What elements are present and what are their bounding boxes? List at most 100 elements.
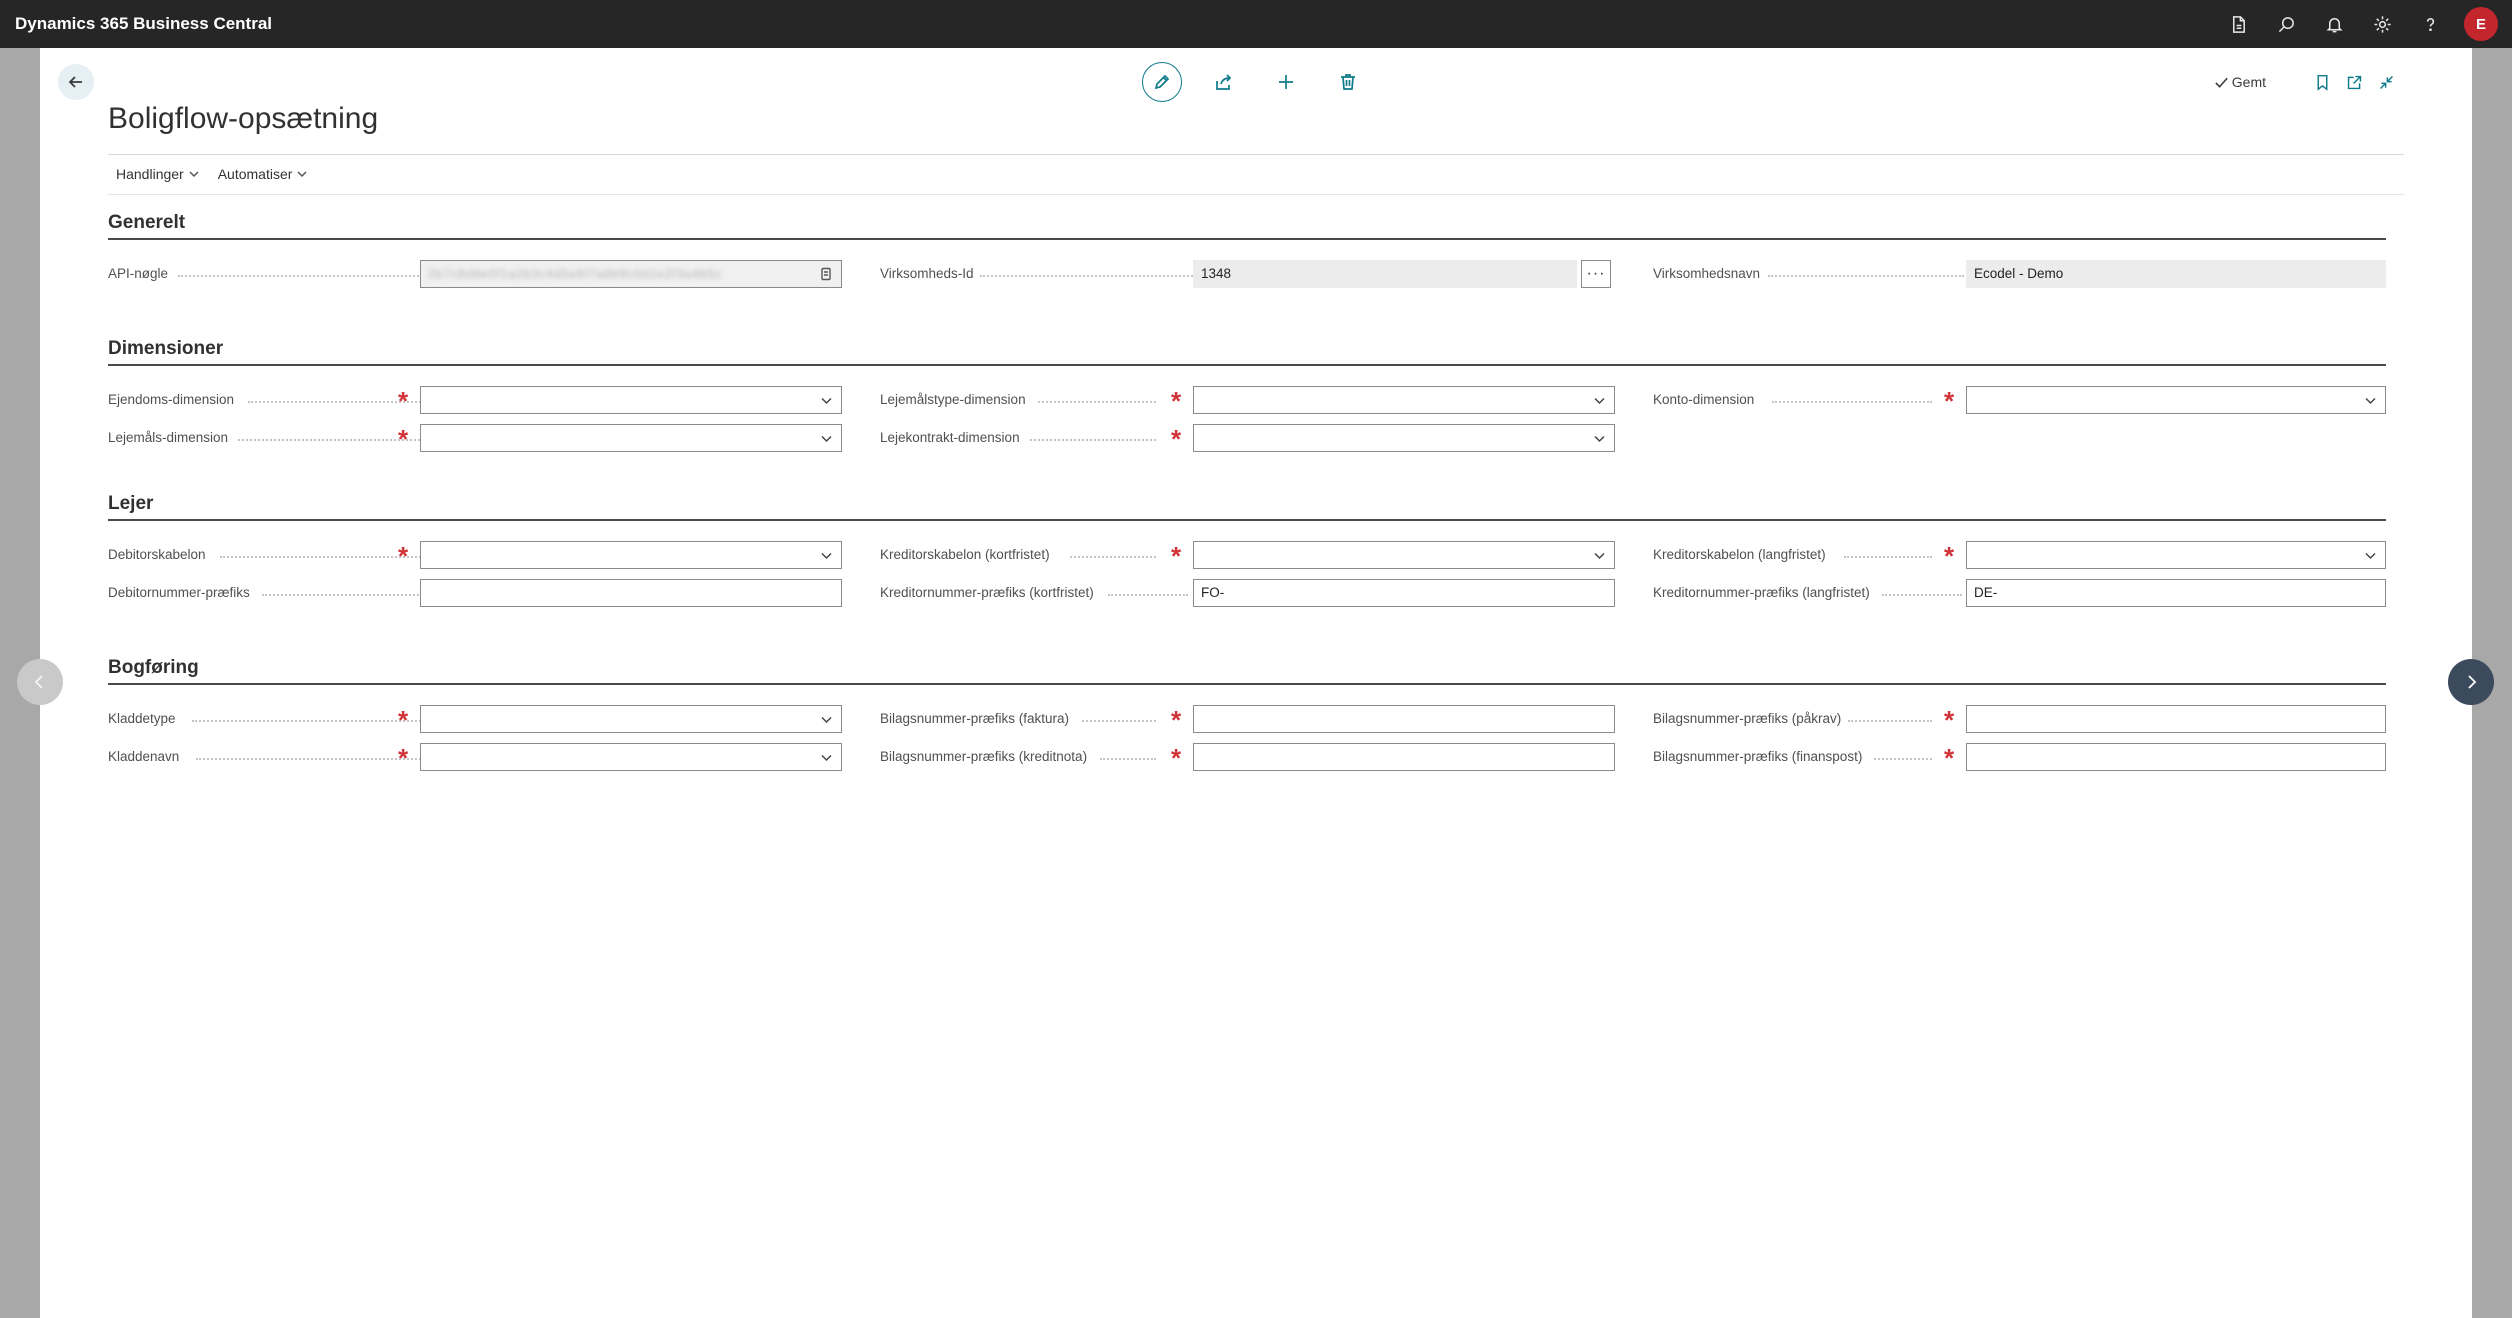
- document-icon[interactable]: [2214, 0, 2262, 48]
- required-indicator: *: [398, 743, 409, 773]
- chevron-down-icon: [2365, 552, 2376, 560]
- page-card: Gemt Boligflow-opsætning Handlinger Auto…: [40, 48, 2472, 1318]
- chevron-down-icon: [189, 171, 199, 178]
- action-menu: Handlinger Automatiser: [116, 162, 326, 186]
- save-status: Gemt: [2214, 74, 2266, 90]
- company-id-field[interactable]: 1348: [1193, 260, 1577, 288]
- chevron-down-icon: [1594, 435, 1605, 443]
- required-indicator: *: [1944, 386, 1955, 416]
- divider: [108, 194, 2404, 195]
- dot-leader: [220, 556, 428, 558]
- company-name-value: Ecodel - Demo: [1974, 266, 2064, 281]
- copy-icon[interactable]: [819, 267, 833, 281]
- field-label-journal-type: Kladdetype: [108, 711, 176, 726]
- unit-type-dimension-select[interactable]: [1193, 386, 1615, 414]
- company-name-field[interactable]: Ecodel - Demo: [1966, 260, 2386, 288]
- company-id-lookup-button[interactable]: ···: [1581, 260, 1611, 288]
- user-avatar[interactable]: E: [2464, 7, 2498, 41]
- trash-icon: [1341, 74, 1355, 90]
- section-title-general[interactable]: Generelt: [108, 212, 185, 234]
- chevron-down-icon: [821, 435, 832, 443]
- gear-icon[interactable]: [2358, 0, 2406, 48]
- section-title-dimensions[interactable]: Dimensioner: [108, 338, 223, 360]
- required-indicator: *: [398, 386, 409, 416]
- collapse-button[interactable]: [2370, 66, 2402, 98]
- vendor-prefix-long-input[interactable]: DE-: [1966, 579, 2386, 607]
- next-record-button[interactable]: [2448, 659, 2494, 705]
- chevron-down-icon: [297, 171, 307, 178]
- field-label-account-dimension: Konto-dimension: [1653, 392, 1755, 407]
- help-icon[interactable]: [2406, 0, 2454, 48]
- page-right-actions: Gemt: [2214, 66, 2402, 98]
- property-dimension-select[interactable]: [420, 386, 842, 414]
- arrow-left-icon: [68, 76, 82, 88]
- dot-leader: [1772, 401, 1932, 403]
- dot-leader: [1070, 556, 1156, 558]
- chevron-down-icon: [1594, 552, 1605, 560]
- chevron-left-icon: [34, 675, 43, 689]
- share-icon: [1216, 74, 1232, 90]
- vendor-template-long-select[interactable]: [1966, 541, 2386, 569]
- customer-template-select[interactable]: [420, 541, 842, 569]
- api-key-field[interactable]: 2b7c8d9e0f1a2b3c4d5e6f7a8b9c0d1e2f3a4b5c: [420, 260, 842, 288]
- doc-prefix-finance-input[interactable]: [1966, 743, 2386, 771]
- field-label-company-id: Virksomheds-Id: [880, 266, 974, 281]
- field-label-company-name: Virksomhedsnavn: [1653, 266, 1761, 281]
- vendor-prefix-short-input[interactable]: FO-: [1193, 579, 1615, 607]
- search-icon[interactable]: [2262, 0, 2310, 48]
- back-button[interactable]: [58, 64, 94, 100]
- bell-icon[interactable]: [2310, 0, 2358, 48]
- lease-dimension-select[interactable]: [420, 424, 842, 452]
- chevron-down-icon: [821, 552, 832, 560]
- doc-prefix-reminder-input[interactable]: [1966, 705, 2386, 733]
- open-new-window-button[interactable]: [2338, 66, 2370, 98]
- journal-name-select[interactable]: [420, 743, 842, 771]
- collapse-icon: [2379, 75, 2393, 89]
- actions-menu[interactable]: Handlinger: [116, 162, 200, 186]
- doc-prefix-invoice-input[interactable]: [1193, 705, 1615, 733]
- previous-record-button[interactable]: [17, 659, 63, 705]
- required-indicator: *: [1171, 705, 1182, 735]
- field-label-vendor-template-short: Kreditorskabelon (kortfristet): [880, 547, 1050, 562]
- section-divider: [108, 683, 2386, 685]
- field-label-doc-prefix-reminder: Bilagsnummer-præfiks (påkrav): [1653, 711, 1842, 726]
- account-dimension-select[interactable]: [1966, 386, 2386, 414]
- bookmark-button[interactable]: [2306, 66, 2338, 98]
- actions-menu-label: Handlinger: [116, 166, 184, 182]
- page-actions: [1142, 62, 1390, 102]
- field-label-vendor-prefix-long: Kreditornummer-præfiks (langfristet): [1653, 585, 1870, 600]
- dot-leader: [192, 720, 428, 722]
- plus-icon: [1279, 75, 1293, 89]
- journal-type-select[interactable]: [420, 705, 842, 733]
- contract-dimension-select[interactable]: [1193, 424, 1615, 452]
- page-title: Boligflow-opsætning: [108, 102, 379, 135]
- doc-prefix-credit-input[interactable]: [1193, 743, 1615, 771]
- api-key-value: 2b7c8d9e0f1a2b3c4d5e6f7a8b9c0d1e2f3a4b5c: [428, 267, 723, 281]
- bookmark-icon: [2317, 74, 2327, 91]
- delete-button[interactable]: [1328, 62, 1368, 102]
- share-button[interactable]: [1204, 62, 1244, 102]
- required-indicator: *: [1944, 743, 1955, 773]
- automate-menu-label: Automatiser: [217, 166, 293, 182]
- section-title-tenant[interactable]: Lejer: [108, 493, 153, 515]
- app-title[interactable]: Dynamics 365 Business Central: [15, 14, 272, 34]
- field-label-contract-dimension: Lejekontrakt-dimension: [880, 430, 1020, 445]
- top-bar: Dynamics 365 Business Central E: [0, 0, 2512, 48]
- vendor-template-short-select[interactable]: [1193, 541, 1615, 569]
- dot-leader: [1882, 594, 1962, 596]
- field-label-doc-prefix-finance: Bilagsnummer-præfiks (finanspost): [1653, 749, 1863, 764]
- customer-prefix-input[interactable]: [420, 579, 842, 607]
- dot-leader: [1108, 594, 1188, 596]
- section-divider: [108, 364, 2386, 366]
- field-label-property-dimension: Ejendoms-dimension: [108, 392, 235, 407]
- section-title-posting[interactable]: Bogføring: [108, 657, 199, 679]
- field-label-vendor-template-long: Kreditorskabelon (langfristet): [1653, 547, 1826, 562]
- new-button[interactable]: [1266, 62, 1306, 102]
- section-divider: [108, 519, 2386, 521]
- edit-button[interactable]: [1142, 62, 1182, 102]
- automate-menu[interactable]: Automatiser: [218, 162, 309, 186]
- chevron-right-icon: [2468, 675, 2477, 689]
- dot-leader: [178, 275, 450, 277]
- required-indicator: *: [1944, 541, 1955, 571]
- field-label-vendor-prefix-short: Kreditornummer-præfiks (kortfristet): [880, 585, 1094, 600]
